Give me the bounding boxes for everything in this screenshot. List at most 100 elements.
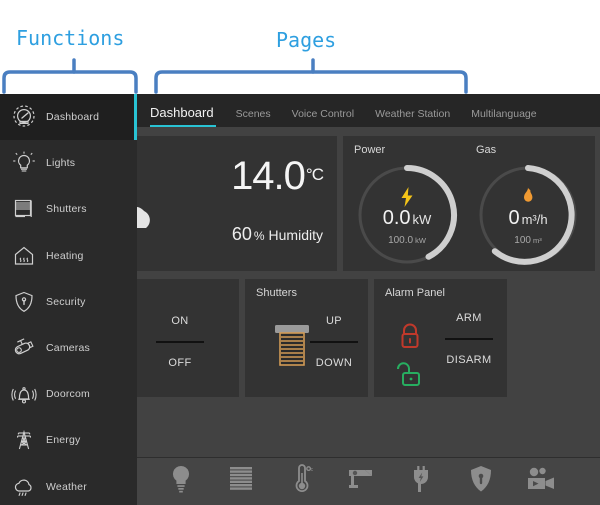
power-max: 100.0kW [348, 235, 466, 246]
sidebar-item-security[interactable]: Security [0, 279, 137, 325]
lightbulb-icon [9, 148, 39, 178]
quickbar-item-heating[interactable]: c [271, 458, 331, 505]
sidebar-item-energy[interactable]: Energy [0, 417, 137, 463]
shutters-down-label: DOWN [303, 357, 365, 369]
sidebar-item-heating[interactable]: Heating [0, 233, 137, 279]
energy-card[interactable]: Power Gas 0 [343, 136, 595, 271]
sidebar-item-label: Heating [46, 250, 84, 262]
quickbar-item-energy[interactable] [391, 458, 451, 505]
power-max-number: 100.0 [388, 235, 413, 246]
power-max-unit: kW [415, 236, 426, 245]
quickbar-item-doorcom[interactable] [511, 458, 571, 505]
pylon-icon [9, 425, 39, 455]
padlock-closed-icon[interactable] [397, 322, 423, 355]
thermometer-icon: c [288, 464, 314, 499]
gas-gauge-title: Gas [476, 144, 496, 156]
gas-number: 0 [508, 207, 519, 229]
sidebar-item-label: Cameras [46, 342, 90, 354]
shutter-blind-icon [228, 465, 254, 498]
video-camera-icon [526, 466, 556, 497]
dashboard-gauge-icon [9, 102, 39, 132]
humidity-label: Humidity [269, 227, 323, 243]
tab-label: Voice Control [292, 108, 354, 120]
cctv-camera-icon [9, 333, 39, 363]
tab-multilanguage[interactable]: Multilanguage [471, 108, 547, 127]
sidebar-item-doorcom[interactable]: Doorcom [0, 371, 137, 417]
sidebar-item-cameras[interactable]: Cameras [0, 325, 137, 371]
humidity-value: 60% Humidity [232, 224, 323, 245]
padlock-open-icon[interactable] [395, 360, 425, 393]
temperature-value: 14.0°C [231, 154, 323, 199]
quickbar-item-lights[interactable] [151, 458, 211, 505]
tab-dashboard[interactable]: Dashboard [150, 105, 218, 127]
lights-off-label: OFF [149, 357, 211, 369]
tab-label: Scenes [236, 108, 271, 120]
sidebar-item-label: Lights [46, 157, 75, 169]
sidebar-item-shutters[interactable]: Shutters [0, 186, 137, 232]
bottom-quick-bar: c [137, 457, 600, 505]
quickbar-item-shutters[interactable] [211, 458, 271, 505]
lights-onoff-switch[interactable]: ON OFF [149, 315, 211, 369]
sidebar-item-lights[interactable]: Lights [0, 140, 137, 186]
shutters-switch-divider [310, 341, 358, 343]
cctv-camera-icon [346, 465, 376, 498]
lights-on-label: ON [149, 315, 211, 327]
alarm-disarm-label: DISARM [436, 354, 502, 366]
gas-max-number: 100 [514, 235, 531, 246]
doorbell-icon [9, 379, 39, 409]
shutters-card-title: Shutters [256, 287, 297, 299]
power-unit: kW [413, 212, 432, 227]
lights-switch-divider [156, 341, 204, 343]
shutter-blind-icon [9, 194, 39, 224]
lights-card[interactable]: ON OFF [137, 279, 239, 397]
house-heat-icon [9, 241, 39, 271]
alarm-arm-label: ARM [436, 312, 502, 324]
sidebar-item-label: Shutters [46, 203, 87, 215]
alarm-arm-disarm-switch[interactable]: ARM DISARM [436, 312, 502, 366]
quickbar-item-security[interactable] [451, 458, 511, 505]
tab-label: Multilanguage [471, 108, 536, 120]
tab-scenes[interactable]: Scenes [236, 108, 282, 127]
weather-card[interactable]: 14.0°C 60% Humidity [137, 136, 337, 271]
alarm-panel-card[interactable]: Alarm Panel [374, 279, 507, 397]
power-gauge-title: Power [354, 144, 385, 156]
sidebar-item-label: Weather [46, 481, 87, 493]
power-plug-icon [408, 464, 434, 499]
humidity-percent-symbol: % [254, 229, 265, 243]
shutters-card[interactable]: Shutters [245, 279, 368, 397]
app-window: Dashboard Lights [0, 94, 600, 505]
cloud-icon [137, 198, 168, 234]
sidebar-item-dashboard[interactable]: Dashboard [0, 94, 137, 140]
tab-voice-control[interactable]: Voice Control [292, 108, 365, 127]
gas-max: 100m³ [469, 235, 587, 246]
sidebar-item-weather[interactable]: Weather [0, 464, 137, 505]
gas-value: 0m³/h [469, 207, 587, 230]
sidebar-item-label: Dashboard [46, 111, 99, 123]
page-tab-bar: Dashboard Scenes Voice Control Weather S… [137, 94, 600, 127]
quickbar-item-cameras[interactable] [331, 458, 391, 505]
sidebar-item-label: Doorcom [46, 388, 90, 400]
power-value: 0.0kW [348, 207, 466, 230]
tab-weather-station[interactable]: Weather Station [375, 108, 461, 127]
temperature-unit: °C [306, 165, 323, 184]
shutters-up-label: UP [303, 315, 365, 327]
bracket-pages [156, 72, 466, 92]
temperature-number: 14.0 [231, 154, 305, 198]
rain-cloud-icon [9, 472, 39, 502]
shield-icon [9, 287, 39, 317]
shutters-updown-switch[interactable]: UP DOWN [303, 315, 365, 369]
annotation-overlay: Functions Pages [0, 0, 600, 95]
sidebar: Dashboard Lights [0, 94, 137, 505]
gas-unit: m³/h [522, 212, 548, 227]
alarm-card-title: Alarm Panel [385, 287, 445, 299]
svg-text:c: c [311, 467, 314, 473]
gas-max-unit: m³ [533, 236, 542, 245]
humidity-number: 60 [232, 224, 252, 244]
power-number: 0.0 [383, 207, 411, 229]
tab-label: Weather Station [375, 108, 450, 120]
bracket-functions [4, 72, 136, 92]
gas-gauge[interactable]: 0m³/h 100m³ [469, 163, 587, 268]
shield-icon [469, 464, 493, 499]
sidebar-item-label: Energy [46, 434, 80, 446]
power-gauge[interactable]: 0.0kW 100.0kW [348, 163, 466, 268]
